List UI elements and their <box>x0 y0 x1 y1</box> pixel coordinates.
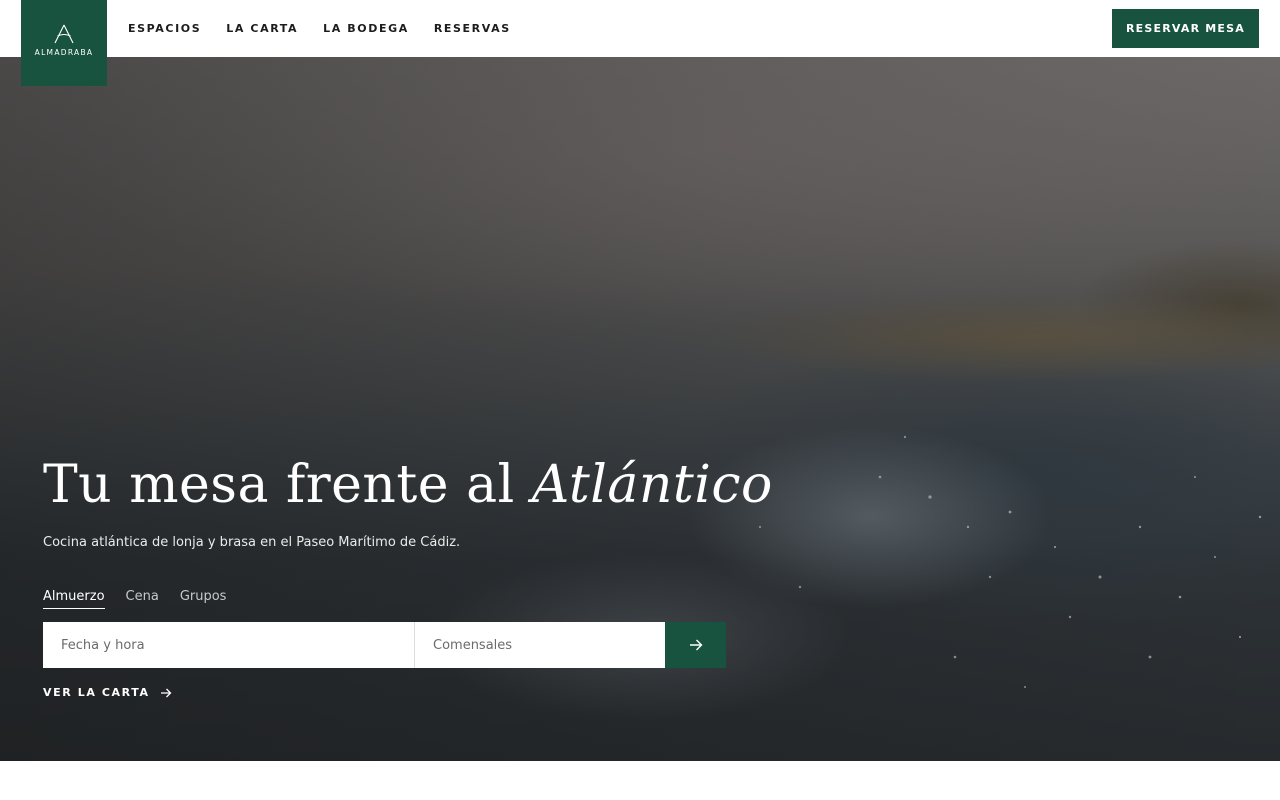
hero-title-main: Tu mesa frente al <box>43 455 532 515</box>
view-menu-label: VER LA CARTA <box>43 686 150 699</box>
hero-section: Tu mesa frente al Atlántico Cocina atlán… <box>0 57 1280 761</box>
arrow-right-icon <box>689 639 702 651</box>
guests-input[interactable] <box>415 622 665 668</box>
hero-title: Tu mesa frente al Atlántico <box>43 455 773 515</box>
logo-text: ALMADRABA <box>34 48 94 57</box>
main-nav: ESPACIOS LA CARTA LA BODEGA RESERVAS <box>128 0 536 57</box>
booking-submit-button[interactable] <box>665 622 726 668</box>
arrow-right-icon <box>160 688 172 697</box>
nav-item-la-carta[interactable]: LA CARTA <box>226 22 298 35</box>
service-tabs: Almuerzo Cena Grupos <box>43 589 247 609</box>
tab-almuerzo[interactable]: Almuerzo <box>43 589 105 609</box>
nav-item-espacios[interactable]: ESPACIOS <box>128 22 201 35</box>
reserve-table-button[interactable]: RESERVAR MESA <box>1112 9 1259 48</box>
nav-item-reservas[interactable]: RESERVAS <box>434 22 511 35</box>
hero-title-italic: Atlántico <box>531 455 773 515</box>
logo[interactable]: ALMADRABA <box>21 0 107 86</box>
booking-form <box>43 622 726 668</box>
nav-item-la-bodega[interactable]: LA BODEGA <box>323 22 409 35</box>
logo-mark-icon <box>54 24 74 44</box>
site-header: ALMADRABA ESPACIOS LA CARTA LA BODEGA RE… <box>0 0 1280 86</box>
view-menu-link[interactable]: VER LA CARTA <box>43 686 172 699</box>
date-time-input[interactable] <box>43 622 415 668</box>
hero-subtitle: Cocina atlántica de lonja y brasa en el … <box>43 535 461 550</box>
tab-grupos[interactable]: Grupos <box>180 589 227 609</box>
tab-cena[interactable]: Cena <box>126 589 159 609</box>
